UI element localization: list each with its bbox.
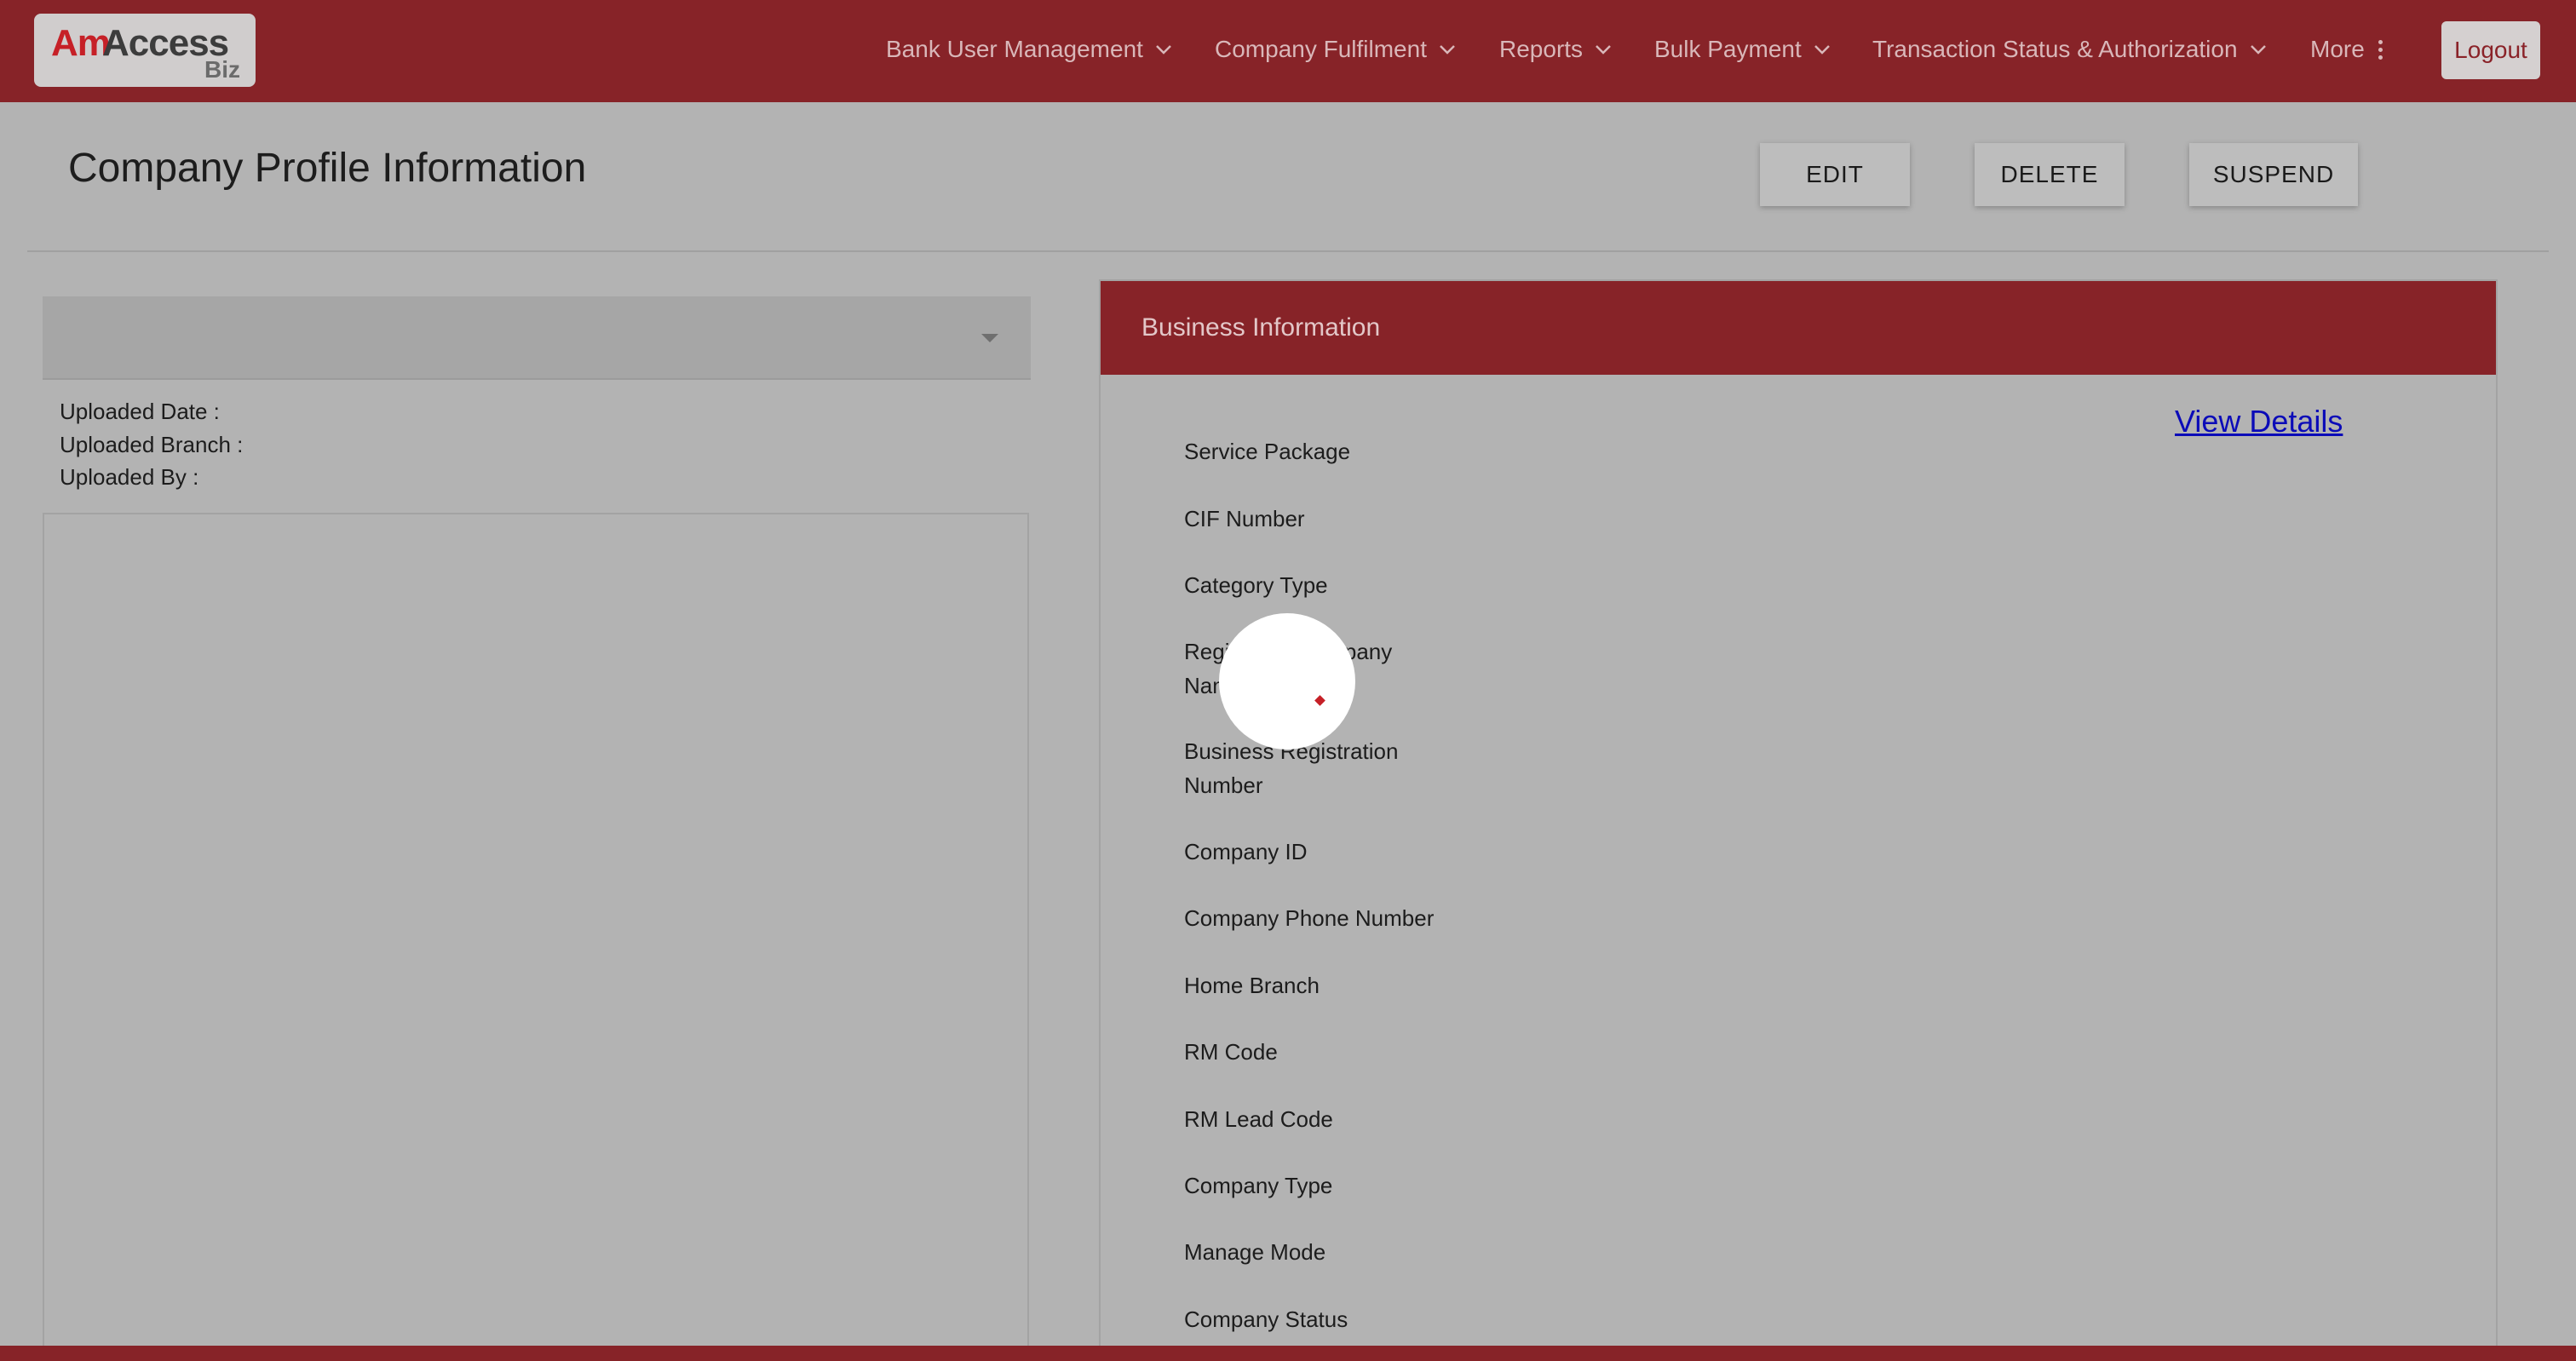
- edit-button[interactable]: EDIT: [1760, 143, 1910, 206]
- top-nav-bar: Am Access Biz Bank User Management Compa…: [0, 0, 2576, 102]
- field-company-status: Company Status: [1184, 1306, 1348, 1332]
- field-home-branch: Home Branch: [1184, 973, 1320, 998]
- amaccess-biz-logo[interactable]: Am Access Biz: [34, 14, 256, 87]
- chevron-down-icon: [1156, 45, 1171, 55]
- business-information-header: Business Information: [1101, 281, 2496, 375]
- chevron-down-icon: [1596, 45, 1611, 55]
- logo-am-text: Am: [51, 22, 111, 64]
- document-select[interactable]: [43, 296, 1031, 380]
- nav-bulk-payment[interactable]: Bulk Payment: [1654, 31, 1831, 68]
- nav-label: Company Fulfilment: [1215, 36, 1427, 62]
- nav-company-fulfilment[interactable]: Company Fulfilment: [1215, 31, 1456, 68]
- nav-reports[interactable]: Reports: [1499, 31, 1612, 68]
- field-company-type: Company Type: [1184, 1173, 1333, 1198]
- nav-more[interactable]: More: [2310, 31, 2383, 68]
- page-title: Company Profile Information: [68, 146, 587, 191]
- field-rm-lead-code: RM Lead Code: [1184, 1106, 1333, 1132]
- nav-label: Bank User Management: [886, 36, 1143, 62]
- nav-transaction-status-authorization[interactable]: Transaction Status & Authorization: [1872, 31, 2267, 68]
- chevron-down-icon: [1814, 45, 1830, 55]
- field-company-phone-number: Company Phone Number: [1184, 905, 1435, 931]
- field-company-id: Company ID: [1184, 839, 1308, 864]
- field-rm-code: RM Code: [1184, 1039, 1278, 1065]
- uploaded-date-label: Uploaded Date :: [60, 399, 220, 424]
- dropdown-caret-icon: [981, 334, 998, 342]
- nav-bank-user-management[interactable]: Bank User Management: [886, 31, 1172, 68]
- footer-bar: [0, 1346, 2576, 1361]
- more-vertical-icon: [2378, 39, 2383, 60]
- chevron-down-icon: [1440, 45, 1455, 55]
- delete-button[interactable]: DELETE: [1975, 143, 2125, 206]
- field-cif-number: CIF Number: [1184, 506, 1305, 531]
- view-details-link[interactable]: View Details: [2175, 404, 2343, 439]
- nav-label: Transaction Status & Authorization: [1872, 36, 2238, 62]
- nav-label: Bulk Payment: [1654, 36, 1802, 62]
- field-manage-mode: Manage Mode: [1184, 1239, 1326, 1265]
- chevron-down-icon: [2250, 45, 2266, 55]
- loading-spinner: [1219, 613, 1355, 749]
- logout-button[interactable]: Logout: [2441, 21, 2540, 79]
- logo-biz-text: Biz: [204, 56, 240, 83]
- field-service-package: Service Package: [1184, 439, 1351, 464]
- business-information-title: Business Information: [1141, 313, 1381, 342]
- uploaded-by-label: Uploaded By :: [60, 464, 199, 490]
- field-category-type: Category Type: [1184, 572, 1328, 598]
- header-divider: [27, 250, 2549, 252]
- document-preview: [43, 513, 1029, 1361]
- suspend-button[interactable]: SUSPEND: [2189, 143, 2358, 206]
- spinner-dot-icon: [1314, 695, 1325, 706]
- nav-label: More: [2310, 36, 2365, 62]
- uploaded-branch-label: Uploaded Branch :: [60, 432, 244, 457]
- nav-label: Reports: [1499, 36, 1584, 62]
